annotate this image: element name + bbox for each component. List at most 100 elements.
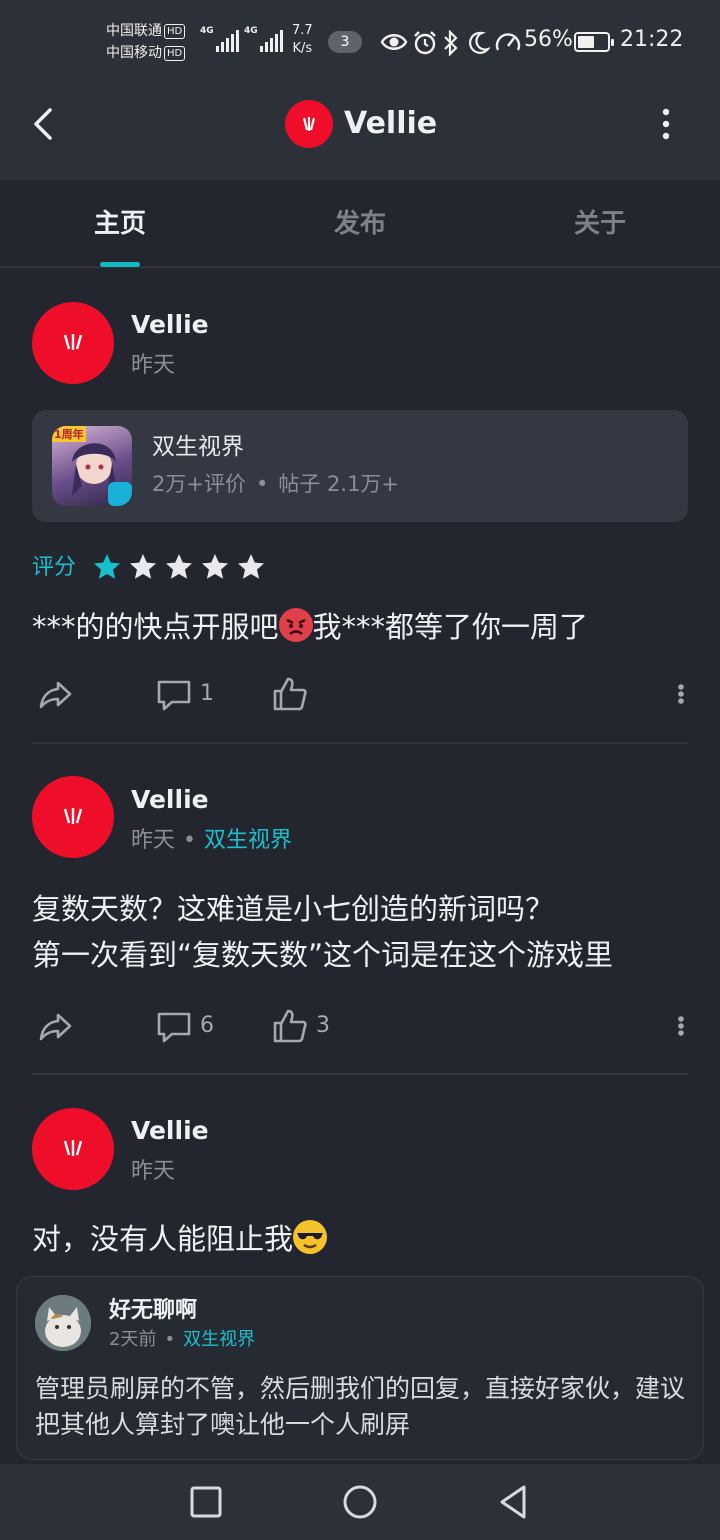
post-more-button[interactable]: [664, 674, 698, 714]
comment-button[interactable]: 6: [154, 1006, 234, 1046]
more-vertical-icon: [678, 684, 684, 704]
share-button[interactable]: [36, 1006, 76, 1046]
post-text: 对，没有人能阻止我: [32, 1216, 328, 1262]
author-avatar[interactable]: [32, 302, 114, 384]
post-text-part-1: 对，没有人能阻止我: [32, 1222, 294, 1256]
recents-square-icon: [190, 1486, 222, 1518]
post-author[interactable]: Vellie: [131, 1114, 209, 1148]
rating-label: 评分: [32, 555, 77, 580]
star-icon: [94, 554, 120, 579]
battery-icon: [574, 32, 614, 52]
thumbs-up-icon: [273, 677, 307, 711]
post-time: 昨天: [131, 1159, 176, 1184]
game-name: 双生视界: [152, 434, 244, 460]
recents-button[interactable]: [186, 1482, 226, 1522]
tab-posts[interactable]: 发布: [240, 206, 480, 242]
author-avatar[interactable]: [32, 1108, 114, 1190]
star-icon: [238, 554, 264, 579]
chevron-left-icon: [34, 108, 52, 140]
share-button[interactable]: [36, 674, 76, 714]
carrier-2: 中国移动: [106, 45, 162, 61]
home-button[interactable]: [340, 1482, 380, 1522]
signal-icon-1: 4G: [200, 26, 240, 52]
post-author[interactable]: Vellie: [131, 783, 209, 817]
thumbs-up-icon: [273, 1009, 307, 1043]
game-post-count: 帖子 2.1万+: [278, 472, 400, 496]
post-text-line-1: 复数天数？这难道是小七创造的新词吗？: [32, 892, 555, 926]
post-forum-link[interactable]: 双生视界: [204, 828, 292, 853]
carrier-1: 中国联通: [106, 23, 162, 39]
comment-icon: [157, 680, 191, 711]
post-text-line-2: 第一次看到“复数天数”这个词是在这个游戏里: [32, 938, 614, 972]
reply-text: 管理员刷屏的不管，然后删我们的回复，直接好家伙，建议把其他人算封了噢让他一个人刷…: [35, 1374, 686, 1439]
sunglasses-face-icon: [293, 1220, 328, 1254]
back-triangle-icon: [500, 1485, 526, 1519]
signal-icon-2: 4G: [244, 26, 284, 52]
eye-icon: [380, 34, 408, 50]
star-icon: [130, 554, 156, 579]
reply-meta: 2天前 • 双生视界: [109, 1329, 256, 1350]
star-icon: [202, 554, 228, 579]
like-button[interactable]: [270, 674, 310, 714]
share-icon: [39, 1013, 72, 1041]
game-icon-badge: 1周年: [54, 428, 84, 441]
system-nav-bar: [0, 1464, 720, 1540]
tab-active-indicator: [100, 262, 140, 267]
reply-card[interactable]: 好无聊啊 2天前 • 双生视界 管理员刷屏的不管，然后删我们的回复，直接好家伙，建议…: [16, 1276, 704, 1460]
hd-badge-1: HD: [164, 24, 186, 39]
post-meta: 昨天 • 双生视界: [131, 828, 293, 853]
back-nav-button[interactable]: [494, 1482, 534, 1522]
more-vertical-icon: [678, 1016, 684, 1036]
author-avatar[interactable]: [32, 776, 114, 858]
speed-value: 7.7: [292, 23, 313, 38]
tab-home[interactable]: 主页: [0, 206, 240, 242]
reply-time: 2天前: [109, 1329, 157, 1350]
battery-level-fill: [578, 36, 594, 48]
net-type-1: 4G: [200, 26, 214, 36]
more-options-button[interactable]: [648, 102, 684, 146]
net-type-2: 4G: [244, 26, 258, 36]
moon-icon: [469, 31, 490, 54]
game-reviews: 2万+评价: [152, 472, 246, 496]
hd-badge-2: HD: [164, 46, 186, 61]
post-divider: [32, 742, 688, 744]
cat-avatar-icon: [35, 1295, 91, 1351]
notification-count-badge: 3: [328, 31, 362, 53]
post-more-button[interactable]: [664, 1006, 698, 1046]
comment-count: 6: [200, 1013, 214, 1038]
post-time: 昨天: [131, 353, 176, 378]
like-button[interactable]: 3: [270, 1006, 350, 1046]
alarm-icon: [414, 31, 436, 55]
back-button[interactable]: [24, 102, 64, 146]
app-header: 中国联通 HD 中国移动 HD 4G 4G 7.7 K/s 3 56% 21:2…: [0, 0, 720, 180]
status-bar: 中国联通 HD 中国移动 HD 4G 4G 7.7 K/s 3 56% 21:2…: [0, 0, 720, 84]
comment-button[interactable]: 1: [154, 674, 234, 714]
carrier-info: 中国联通 HD 中国移动 HD: [106, 20, 186, 64]
like-count: 3: [316, 1013, 330, 1038]
game-card[interactable]: 1周年 双生视界 2万+评价 • 帖子 2.1万+: [32, 410, 688, 522]
reply-forum-link[interactable]: 双生视界: [183, 1329, 255, 1350]
page-logo: [285, 100, 333, 148]
vellie-logo-icon: [302, 117, 316, 131]
home-circle-icon: [343, 1485, 377, 1519]
vellie-logo-icon: [63, 808, 83, 824]
tab-about[interactable]: 关于: [480, 206, 720, 242]
comment-icon: [157, 1012, 191, 1043]
vellie-logo-icon: [63, 1140, 83, 1156]
more-vertical-icon: [662, 108, 670, 140]
clock: 21:22: [620, 27, 684, 52]
post-divider: [32, 1073, 688, 1075]
speed-unit: K/s: [292, 41, 313, 56]
reply-author[interactable]: 好无聊啊: [109, 1297, 197, 1325]
comment-count: 1: [200, 681, 214, 706]
post-author[interactable]: Vellie: [131, 308, 209, 342]
reply-author-avatar[interactable]: [35, 1295, 91, 1351]
share-icon: [39, 681, 72, 709]
game-icon: 1周年: [52, 426, 132, 506]
game-stats: 2万+评价 • 帖子 2.1万+: [152, 472, 400, 496]
vellie-logo-icon: [63, 334, 83, 350]
angry-face-icon: [278, 608, 313, 642]
post-text: ***的的快点开服吧 我***都等了你一周了: [32, 604, 588, 650]
tab-bar: 主页 发布 关于: [0, 180, 720, 268]
speedometer-icon: [495, 33, 521, 51]
